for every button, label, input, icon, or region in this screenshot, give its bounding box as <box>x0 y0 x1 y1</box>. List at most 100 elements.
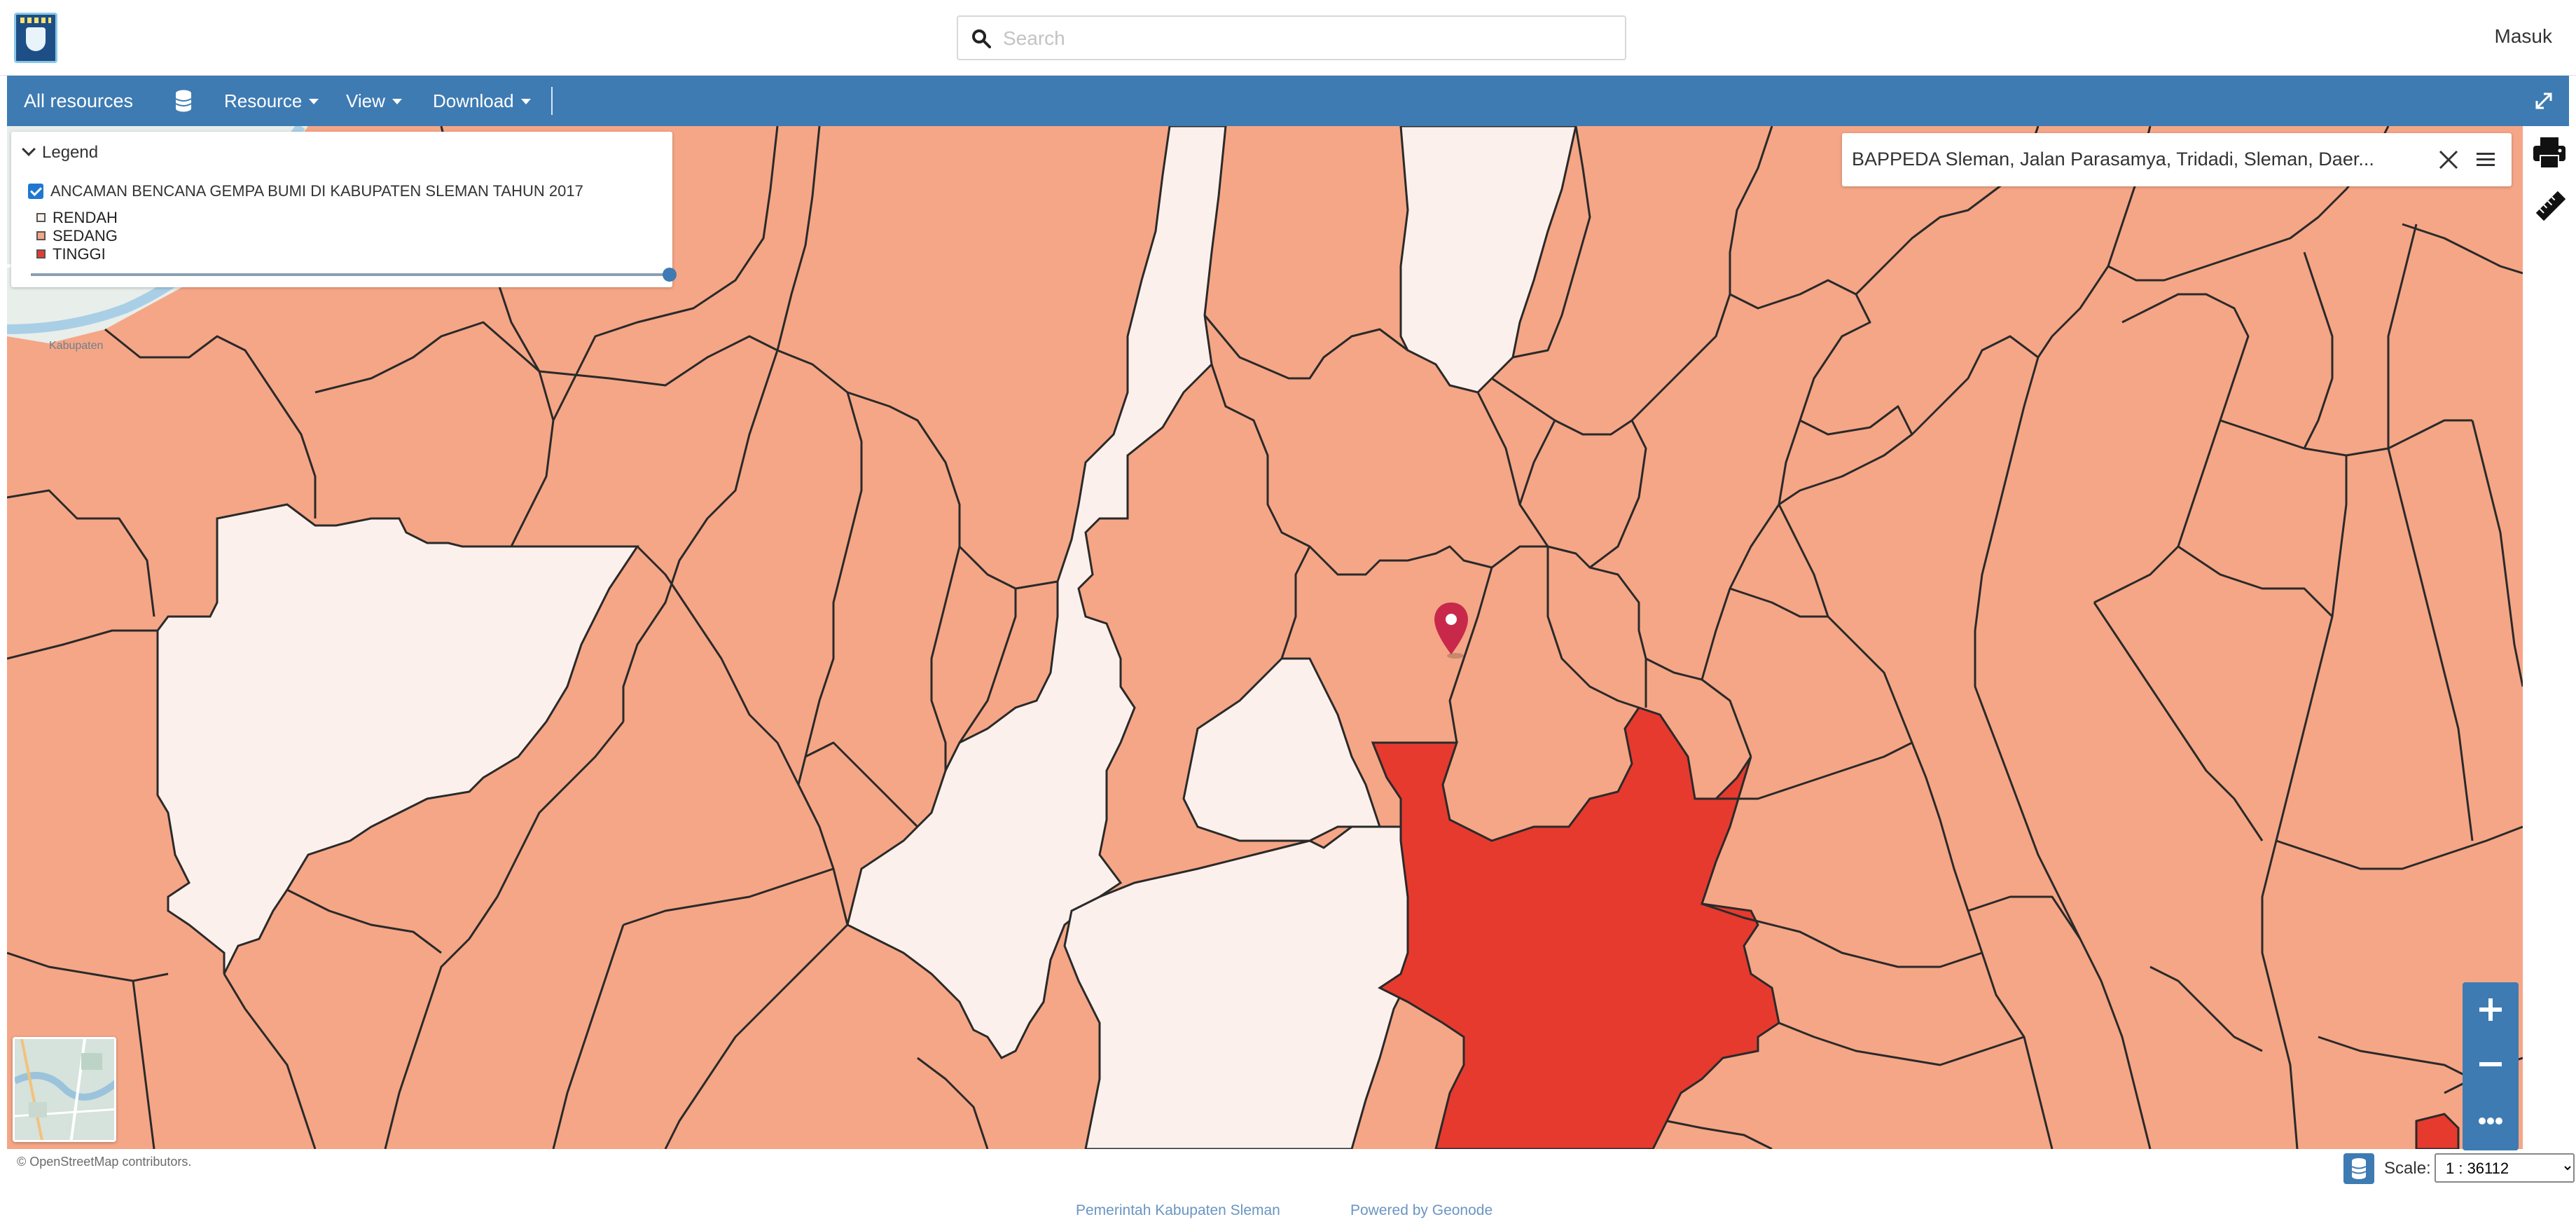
map-marker-icon[interactable] <box>1434 603 1468 659</box>
boundary-line <box>2387 448 2474 841</box>
site-logo[interactable] <box>14 13 57 63</box>
footer-link-pemkab[interactable]: Pemerintah Kabupaten Sleman <box>1076 1202 1280 1219</box>
boundary-line <box>805 741 919 828</box>
region-tinggi <box>2415 1113 2460 1149</box>
boundary-line <box>1554 419 1647 569</box>
scale-select[interactable]: 1 : 36112 <box>2435 1153 2575 1183</box>
layer-name: ANCAMAN BENCANA GEMPA BUMI DI KABUPATEN … <box>50 182 583 200</box>
boundary-line <box>7 629 158 660</box>
boundary-line <box>7 489 155 617</box>
boundary-line <box>2471 420 2523 687</box>
search-input[interactable] <box>1003 24 1605 53</box>
layer-checkbox[interactable] <box>28 184 43 199</box>
resource-toolbar: All resources Resource View Download <box>7 76 2569 126</box>
boundary-line <box>2402 223 2523 275</box>
scale-control: Scale: 1 : 36112 <box>2343 1152 2575 1184</box>
boundary-line <box>958 545 1058 590</box>
more-tools-button[interactable] <box>2463 1092 2519 1146</box>
region-rendah <box>1063 825 1416 1149</box>
boundary-line <box>1210 364 1647 708</box>
boundary-line <box>2093 602 2264 841</box>
map-attribution: © OpenStreetMap contributors. <box>17 1155 192 1169</box>
layers-icon <box>15 1039 114 1140</box>
boundary-line <box>104 328 317 518</box>
geocoder-result-text[interactable]: BAPPEDA Sleman, Jalan Parasamya, Tridadi… <box>1852 149 2419 170</box>
login-link[interactable]: Masuk <box>2495 25 2552 48</box>
boundary-line <box>286 888 442 954</box>
boundary-line <box>2387 223 2418 448</box>
layer-toggle[interactable]: ANCAMAN BENCANA GEMPA BUMI DI KABUPATEN … <box>28 182 583 200</box>
legend-swatch <box>36 213 46 222</box>
boundary-line <box>1476 392 1549 547</box>
boundary-line <box>636 545 849 926</box>
boundary-line <box>1203 315 1408 380</box>
boundary-line <box>776 126 821 351</box>
boundary-line <box>2261 455 2348 1149</box>
map-side-toolbar <box>2523 126 2576 1149</box>
legend-swatch <box>36 231 46 240</box>
scale-label: Scale: <box>2384 1159 2431 1178</box>
print-icon[interactable] <box>2531 135 2568 171</box>
boundary-line <box>1666 1120 1773 1149</box>
boundary-line <box>917 1057 989 1149</box>
legend-label: RENDAH <box>53 209 118 226</box>
boundary-line <box>847 391 961 546</box>
legend-toggle[interactable]: Legend <box>22 142 99 163</box>
boundary-line <box>1778 504 2054 1149</box>
database-icon[interactable] <box>2343 1153 2374 1184</box>
database-icon[interactable] <box>175 90 192 112</box>
close-icon[interactable] <box>2436 147 2461 172</box>
menu-icon[interactable] <box>2475 150 2496 170</box>
boundary-line <box>1974 357 2152 1149</box>
resource-menu-label: Resource <box>224 90 303 111</box>
geocoder-panel: BAPPEDA Sleman, Jalan Parasamya, Tridadi… <box>1842 133 2512 186</box>
top-header: Masuk <box>0 0 2576 76</box>
boundary-line <box>623 867 834 926</box>
boundary-line <box>223 973 317 1149</box>
boundary-line <box>1630 126 1773 422</box>
region-rendah <box>156 503 639 975</box>
boundary-line <box>2177 545 2334 618</box>
boundary-line <box>1778 1022 2025 1066</box>
search-box[interactable] <box>957 15 1626 60</box>
chevron-down-icon <box>309 99 319 104</box>
legend-title: Legend <box>42 143 99 162</box>
opacity-slider-handle[interactable] <box>663 268 677 282</box>
boundary-line <box>797 392 863 785</box>
all-resources-link[interactable]: All resources <box>24 76 133 126</box>
boundary-line <box>2303 252 2334 449</box>
legend-panel: Legend ANCAMAN BENCANA GEMPA BUMI DI KAB… <box>11 132 677 287</box>
legend-class-tinggi: TINGGI <box>36 245 106 263</box>
legend-class-sedang: SEDANG <box>36 227 118 245</box>
boundary-line <box>1546 546 1640 709</box>
boundary-line <box>2149 965 2263 1052</box>
background-switcher[interactable] <box>13 1037 116 1142</box>
basemap-label: Kabupaten <box>49 340 103 352</box>
view-menu-label: View <box>346 90 385 111</box>
zoom-in-button[interactable] <box>2463 982 2519 1037</box>
download-menu[interactable]: Download <box>433 76 531 126</box>
boundary-line <box>2093 293 2250 604</box>
chevron-down-icon <box>22 142 36 156</box>
expand-icon[interactable] <box>2534 91 2554 111</box>
footer-link-geonode[interactable]: Powered by Geonode <box>1350 1202 1493 1219</box>
region-tinggi <box>1371 706 1780 1149</box>
search-icon <box>972 29 991 48</box>
view-menu[interactable]: View <box>346 76 402 126</box>
boundary-line <box>539 335 848 394</box>
page-footer: Pemerintah Kabupaten Sleman Powered by G… <box>0 1191 2576 1231</box>
region-rendah <box>1182 657 1382 842</box>
ruler-icon[interactable] <box>2534 189 2568 223</box>
boundary-line <box>1778 335 2039 506</box>
chevron-down-icon <box>392 99 402 104</box>
boundary-line <box>1280 546 1311 659</box>
resource-menu[interactable]: Resource <box>224 76 319 126</box>
opacity-slider[interactable] <box>31 268 677 282</box>
zoom-out-button[interactable] <box>2463 1037 2519 1092</box>
boundary-line <box>2220 419 2472 457</box>
chevron-down-icon <box>520 99 531 104</box>
legend-class-rendah: RENDAH <box>36 209 118 227</box>
legend-swatch <box>36 249 46 259</box>
boundary-line <box>930 546 961 771</box>
region-rendah <box>1399 126 1577 394</box>
